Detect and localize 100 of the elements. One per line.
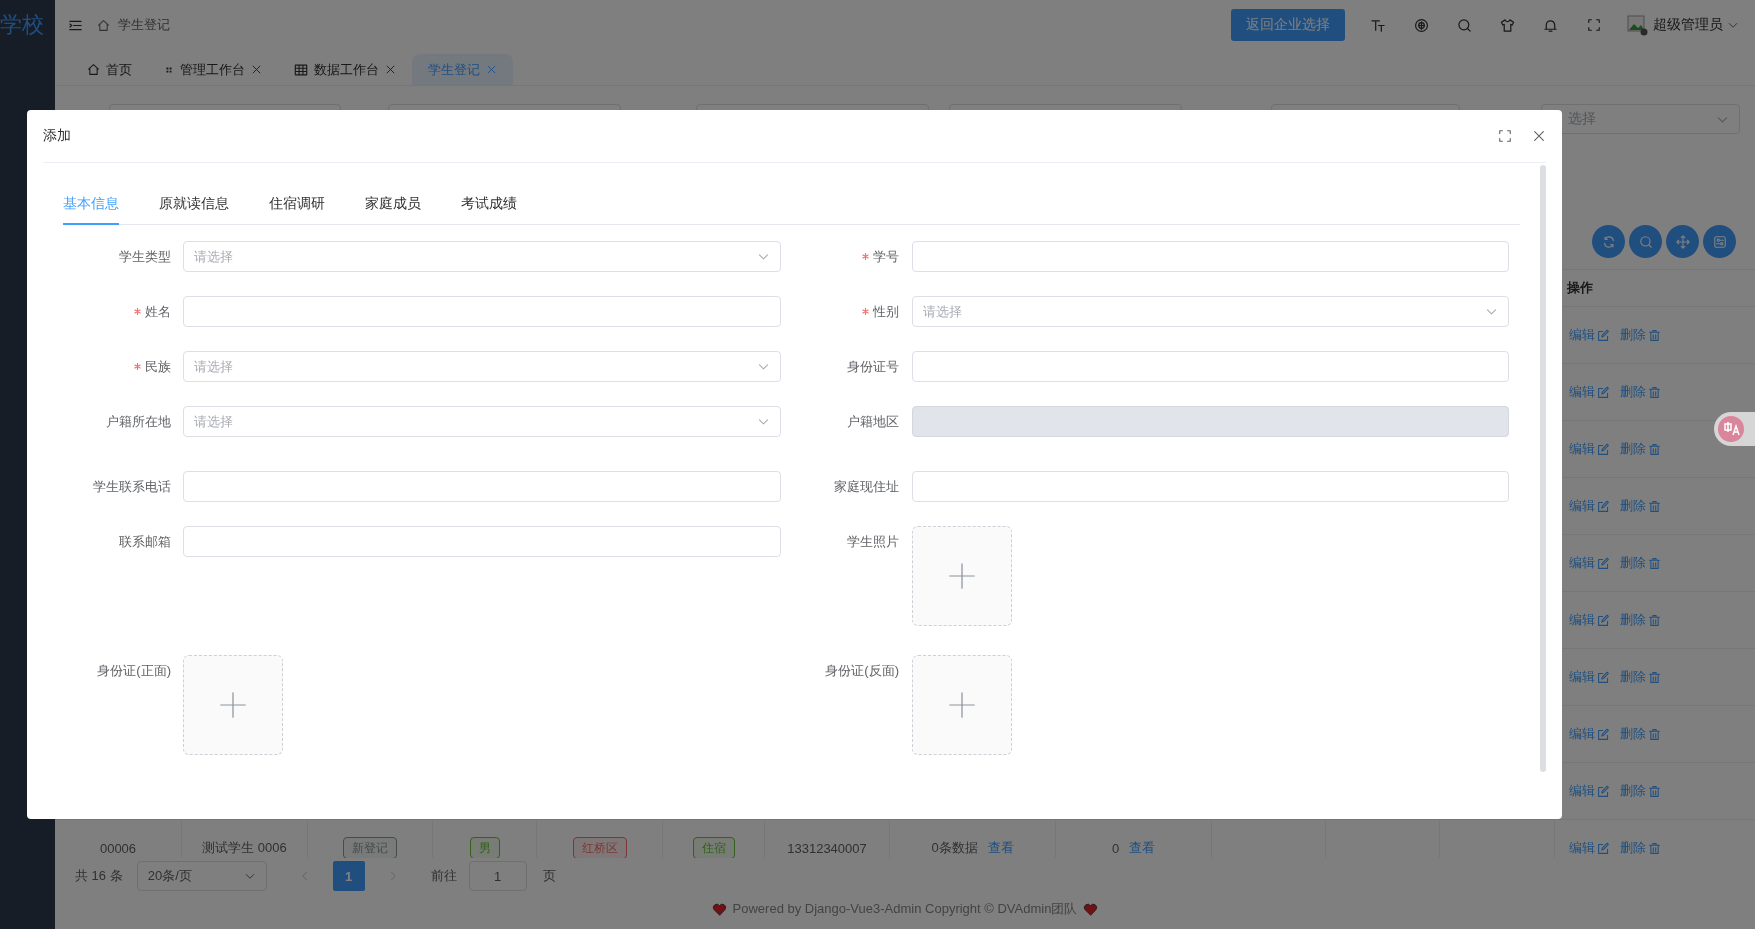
columns-button[interactable] <box>1703 225 1736 258</box>
text-size-icon <box>1371 17 1386 33</box>
edit-icon <box>1597 556 1610 570</box>
delete-link[interactable]: 删除 <box>1620 497 1661 515</box>
search-icon <box>1638 234 1653 249</box>
move-arrows-icon <box>1675 234 1690 249</box>
field-label: 学生照片 <box>847 532 899 551</box>
edit-icon <box>1597 784 1610 798</box>
edit-link[interactable]: 编辑 <box>1569 725 1610 743</box>
edit-link[interactable]: 编辑 <box>1569 839 1610 857</box>
delete-link[interactable]: 删除 <box>1620 440 1661 458</box>
home-icon <box>87 63 100 76</box>
breadcrumb[interactable]: 学生登记 <box>118 16 170 34</box>
edit-icon <box>1597 727 1610 741</box>
edit-link[interactable]: 编辑 <box>1569 668 1610 686</box>
upload-box[interactable] <box>912 526 1012 626</box>
table-cell-text: 00006 <box>99 840 137 856</box>
page-tab[interactable]: 首页 <box>71 54 148 85</box>
user-name[interactable]: 超级管理员 <box>1653 16 1723 34</box>
form-tab[interactable]: 家庭成员 <box>345 183 441 225</box>
close-icon <box>486 64 497 75</box>
select-field[interactable]: 请选择 <box>183 241 781 272</box>
refresh-button[interactable] <box>1592 225 1625 258</box>
shirt-icon <box>1500 17 1515 33</box>
move-button[interactable] <box>1666 225 1699 258</box>
plus-icon <box>948 562 976 590</box>
select-field[interactable]: 请选择 <box>183 406 781 437</box>
scrollbar[interactable] <box>1540 165 1546 772</box>
edit-link[interactable]: 编辑 <box>1569 782 1610 800</box>
plus-icon <box>948 691 976 719</box>
return-button[interactable]: 返回企业选择 <box>1231 9 1345 41</box>
field-label: 家庭现住址 <box>834 477 899 496</box>
total-count: 共 16 条 <box>75 867 123 885</box>
trash-icon <box>1648 328 1661 342</box>
status-tag: 男 <box>469 837 500 858</box>
delete-link[interactable]: 删除 <box>1620 611 1661 629</box>
input-field[interactable] <box>912 351 1509 382</box>
page-tab[interactable]: 数据工作台 <box>278 54 412 85</box>
form-tab[interactable]: 考试成绩 <box>441 183 537 225</box>
trash-icon <box>1648 556 1661 570</box>
view-link[interactable]: 查看 <box>987 839 1014 857</box>
heart-icon <box>1083 901 1099 917</box>
select-field[interactable]: 请选择 <box>912 296 1509 327</box>
edit-link[interactable]: 编辑 <box>1569 554 1610 572</box>
edit-icon <box>1597 670 1610 684</box>
close-icon <box>1532 129 1546 143</box>
status-tag: 住宿 <box>692 837 735 858</box>
trash-icon <box>1648 727 1661 741</box>
field-label: 姓名 <box>145 302 171 321</box>
delete-link[interactable]: 删除 <box>1620 383 1661 401</box>
edit-icon <box>1597 385 1610 399</box>
edit-icon <box>1597 499 1610 513</box>
delete-link[interactable]: 删除 <box>1620 668 1661 686</box>
view-link[interactable]: 查看 <box>1129 839 1156 857</box>
page-size-select[interactable]: 20条/页 <box>136 861 267 891</box>
table-icon <box>294 62 308 77</box>
close-button[interactable] <box>1532 129 1546 143</box>
table-cell-text: 13312340007 <box>787 840 867 856</box>
input-field[interactable] <box>183 296 781 327</box>
trash-icon <box>1648 670 1661 684</box>
page-tab[interactable]: 管理工作台 <box>148 54 278 85</box>
heart-icon <box>711 901 727 917</box>
delete-link[interactable]: 删除 <box>1620 554 1661 572</box>
form-tab[interactable]: 基本信息 <box>63 183 139 225</box>
delete-link[interactable]: 删除 <box>1620 782 1661 800</box>
edit-link[interactable]: 编辑 <box>1569 611 1610 629</box>
select-field[interactable]: 请选择 <box>183 351 781 382</box>
upload-box[interactable] <box>183 655 283 755</box>
field-label: 学生类型 <box>119 247 171 266</box>
edit-link[interactable]: 编辑 <box>1569 383 1610 401</box>
fullscreen-button[interactable] <box>1498 129 1512 143</box>
translate-button[interactable] <box>1714 412 1755 446</box>
edit-link[interactable]: 编辑 <box>1569 440 1610 458</box>
trash-icon <box>1648 784 1661 798</box>
form-tab[interactable]: 原就读信息 <box>139 183 249 225</box>
delete-link[interactable]: 删除 <box>1620 326 1661 344</box>
page-tab[interactable]: 学生登记 <box>412 54 513 85</box>
edit-icon <box>1597 442 1610 456</box>
goto-label: 前往 <box>430 867 457 885</box>
page-suffix: 页 <box>542 867 556 885</box>
close-icon <box>251 64 262 75</box>
edit-link[interactable]: 编辑 <box>1569 497 1610 515</box>
delete-link[interactable]: 删除 <box>1620 725 1661 743</box>
column-header: 操作 <box>1567 279 1593 297</box>
page-number[interactable]: 1 <box>332 861 365 891</box>
upload-box[interactable] <box>912 655 1012 755</box>
input-field[interactable] <box>183 471 781 502</box>
footer-text: Powered by Django-Vue3-Admin Copyright © DVAdmin团队 <box>732 900 1078 918</box>
page-input[interactable]: 1 <box>468 861 527 891</box>
form-tab[interactable]: 住宿调研 <box>249 183 345 225</box>
input-field[interactable] <box>183 526 781 557</box>
search-button[interactable] <box>1629 225 1662 258</box>
input-field[interactable] <box>912 471 1509 502</box>
status-tag: 红桥区 <box>572 837 627 858</box>
translate-icon <box>1718 416 1744 442</box>
table-cell-text: 0条数据 <box>931 839 978 857</box>
delete-link[interactable]: 删除 <box>1620 839 1661 857</box>
input-field[interactable] <box>912 241 1509 272</box>
settings-panel-icon <box>1712 234 1727 249</box>
edit-link[interactable]: 编辑 <box>1569 326 1610 344</box>
